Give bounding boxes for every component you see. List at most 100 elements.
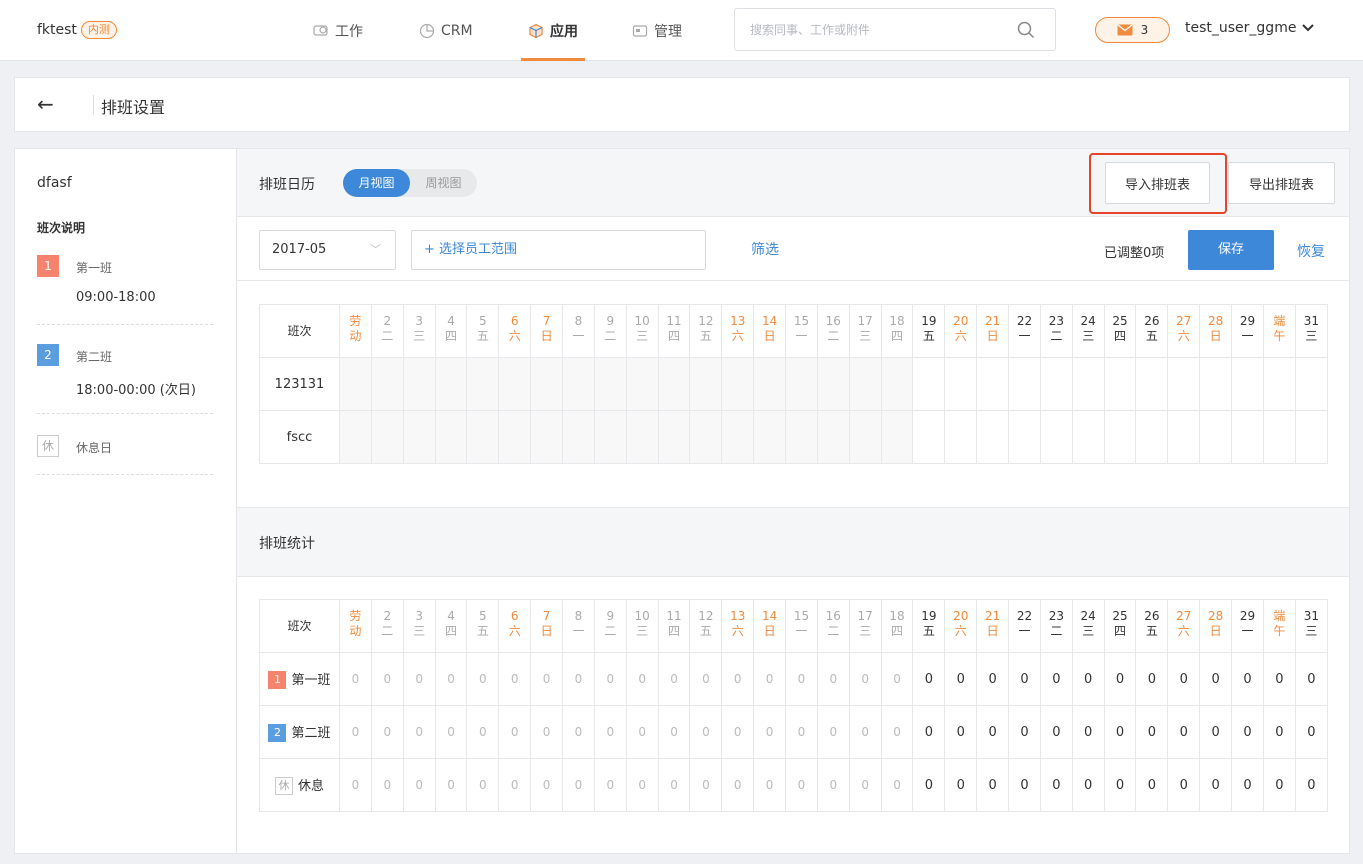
schedule-cell[interactable] (1071, 410, 1105, 464)
schedule-cell[interactable] (721, 357, 755, 411)
schedule-cell[interactable] (1199, 357, 1233, 411)
shift-legend-item: 2 第二班 18:00-00:00 (次日) (37, 342, 213, 414)
schedule-cell[interactable] (530, 357, 564, 411)
schedule-cell[interactable] (912, 410, 946, 464)
day-header: 31 三 (1294, 304, 1329, 358)
schedule-cell[interactable] (434, 410, 468, 464)
schedule-cell[interactable] (1008, 410, 1041, 464)
schedule-cell[interactable] (466, 357, 500, 411)
schedule-cell[interactable] (562, 357, 595, 411)
schedule-cell[interactable] (402, 357, 436, 411)
schedule-cell[interactable] (1135, 357, 1169, 411)
nav-tab-apps[interactable]: 应用 (521, 0, 585, 61)
schedule-cell[interactable] (530, 410, 564, 464)
schedule-cell[interactable] (1135, 410, 1169, 464)
stats-cell: 0 (1135, 705, 1169, 759)
schedule-cell[interactable] (816, 357, 850, 411)
schedule-cell[interactable] (944, 410, 978, 464)
schedule-cell[interactable] (657, 410, 691, 464)
import-schedule-button[interactable]: 导入排班表 (1105, 162, 1210, 204)
day-number: 17 (857, 313, 873, 328)
stats-cell: 0 (562, 652, 595, 706)
search-icon[interactable] (1017, 21, 1035, 39)
stats-cell: 0 (785, 705, 818, 759)
week-view-tab[interactable]: 周视图 (410, 169, 477, 197)
day-number: 13 (730, 313, 746, 328)
message-button[interactable]: 3 (1095, 17, 1170, 43)
schedule-cell[interactable] (1167, 357, 1201, 411)
stats-cell: 0 (625, 652, 659, 706)
nav-tab-crm[interactable]: CRM (419, 0, 473, 61)
schedule-cell[interactable] (402, 410, 436, 464)
schedule-cell[interactable] (848, 357, 882, 411)
day-number: 劳 (349, 313, 362, 328)
search-input[interactable] (735, 9, 995, 50)
schedule-cell[interactable] (625, 357, 659, 411)
schedule-cell[interactable] (1039, 357, 1073, 411)
schedule-cell[interactable] (1039, 410, 1073, 464)
schedule-cell[interactable] (689, 357, 723, 411)
schedule-cell[interactable] (976, 357, 1010, 411)
nav-tab-admin[interactable]: 管理 (632, 0, 682, 61)
back-arrow-icon[interactable]: ← (37, 92, 54, 116)
schedule-cell[interactable] (1231, 357, 1264, 411)
schedule-cell[interactable] (944, 357, 978, 411)
schedule-cell[interactable] (1008, 357, 1041, 411)
schedule-cell[interactable] (785, 357, 818, 411)
day-number: 24 (1080, 608, 1096, 623)
schedule-cell[interactable] (1103, 410, 1137, 464)
month-select[interactable]: 2017-05 ﹀ (259, 230, 396, 270)
brand[interactable]: fktest 内测 (37, 21, 117, 39)
day-number: 2 (383, 313, 392, 328)
schedule-cell[interactable] (848, 410, 882, 464)
schedule-cell[interactable] (976, 410, 1010, 464)
schedule-cell[interactable] (1071, 357, 1105, 411)
schedule-cell[interactable] (625, 410, 659, 464)
schedule-cell[interactable] (689, 410, 723, 464)
schedule-cell[interactable] (912, 357, 946, 411)
schedule-cell[interactable] (880, 410, 914, 464)
schedule-cell[interactable] (562, 410, 595, 464)
stats-cell: 0 (1231, 758, 1264, 812)
schedule-cell[interactable] (466, 410, 500, 464)
month-view-tab[interactable]: 月视图 (343, 169, 410, 197)
schedule-cell[interactable] (880, 357, 914, 411)
schedule-cell[interactable] (1231, 410, 1264, 464)
schedule-cell[interactable] (1199, 410, 1233, 464)
schedule-cell[interactable] (1294, 357, 1329, 411)
export-schedule-button[interactable]: 导出排班表 (1228, 162, 1335, 204)
stats-cell: 0 (1294, 758, 1329, 812)
schedule-cell[interactable] (753, 410, 787, 464)
schedule-cell[interactable] (370, 410, 404, 464)
schedule-cell[interactable] (785, 410, 818, 464)
schedule-cell[interactable] (339, 357, 372, 411)
schedule-cell[interactable] (657, 357, 691, 411)
schedule-cell[interactable] (593, 410, 627, 464)
schedule-cell[interactable] (1103, 357, 1137, 411)
schedule-cell[interactable] (498, 357, 532, 411)
schedule-cell[interactable] (816, 410, 850, 464)
schedule-cell[interactable] (1294, 410, 1329, 464)
schedule-cell[interactable] (370, 357, 404, 411)
filter-link[interactable]: 筛选 (751, 239, 779, 259)
employee-range-select[interactable]: + 选择员工范围 (411, 230, 706, 270)
schedule-cell[interactable] (1262, 357, 1296, 411)
schedule-cell[interactable] (593, 357, 627, 411)
day-header: 28 日 (1199, 599, 1233, 653)
schedule-cell[interactable] (753, 357, 787, 411)
restore-link[interactable]: 恢复 (1297, 241, 1325, 261)
schedule-cell[interactable] (434, 357, 468, 411)
schedule-cell[interactable] (339, 410, 372, 464)
schedule-cell[interactable] (498, 410, 532, 464)
shift-name: 休息 (297, 778, 324, 794)
nav-tab-work[interactable]: 工作 (313, 0, 363, 61)
stats-cell: 0 (498, 758, 532, 812)
save-button[interactable]: 保存 (1188, 230, 1274, 270)
schedule-cell[interactable] (1167, 410, 1201, 464)
schedule-cell[interactable] (1262, 410, 1296, 464)
day-number: 14 (761, 608, 778, 623)
day-header: 21 日 (976, 304, 1010, 358)
weekday: 一 (1018, 623, 1031, 638)
schedule-cell[interactable] (721, 410, 755, 464)
user-menu[interactable]: test_user_ggme (1185, 20, 1315, 36)
